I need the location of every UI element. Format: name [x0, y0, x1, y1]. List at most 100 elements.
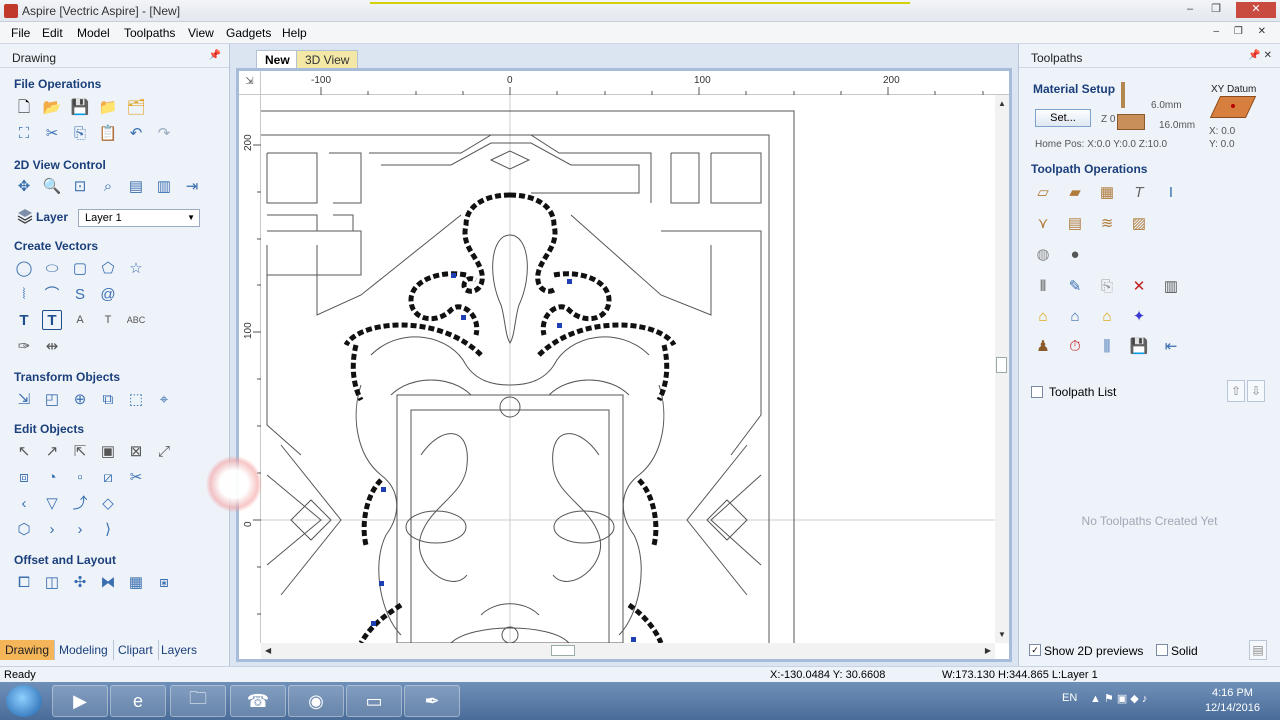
menu-model[interactable]: Model	[77, 26, 110, 40]
pocket-toolpath-icon[interactable]: ▰	[1065, 182, 1085, 202]
media-player-icon[interactable]: ▶	[52, 685, 108, 717]
trim-icon[interactable]: ◔	[42, 467, 62, 487]
profile-toolpath-icon[interactable]: ▱	[1033, 182, 1053, 202]
array-copy-icon[interactable]: ▦	[126, 572, 146, 592]
rectangle-icon[interactable]: ▢	[70, 258, 90, 278]
nest-icon[interactable]: ✣	[70, 572, 90, 592]
template-icon[interactable]: ⫼	[1097, 336, 1117, 356]
extend-icon[interactable]: ⤴	[70, 493, 90, 513]
scale-icon[interactable]: ◰	[42, 389, 62, 409]
import-vectors-icon[interactable]: 📁	[98, 97, 118, 117]
reset-preview-icon[interactable]: ✦	[1129, 306, 1149, 326]
polyline-icon[interactable]: ⦚	[14, 284, 34, 304]
dimension-icon[interactable]: ⇹	[42, 336, 62, 356]
menu-file[interactable]: File	[11, 26, 30, 40]
internet-explorer-icon[interactable]: e	[110, 685, 166, 717]
menu-edit[interactable]: Edit	[42, 26, 63, 40]
tab-modeling[interactable]: Modeling	[54, 640, 114, 660]
save-toolpath-icon[interactable]: 💾	[1129, 336, 1149, 356]
fillet-icon[interactable]: ‹	[14, 493, 34, 513]
copy-icon[interactable]: ⎘	[70, 123, 90, 143]
language-indicator[interactable]: EN	[1062, 692, 1077, 704]
paste-icon[interactable]: 📋	[98, 123, 118, 143]
zoom-fit-icon[interactable]: ⊡	[70, 176, 90, 196]
fillet-layout-icon[interactable]: ◫	[42, 572, 62, 592]
import-bitmap-icon[interactable]: 🗂	[126, 97, 146, 117]
horizontal-scroll-thumb[interactable]	[551, 645, 575, 656]
offset-curve-icon[interactable]: ⬡	[14, 519, 34, 539]
drilling-toolpath-icon[interactable]: ▦	[1097, 182, 1117, 202]
horizontal-scrollbar[interactable]: ◀ ▶	[261, 643, 995, 659]
preview-toolpath-icon[interactable]: ⌂	[1033, 306, 1053, 326]
show-previews-checkbox[interactable]: ✓	[1029, 644, 1041, 656]
select-all-icon[interactable]: ⛶	[14, 123, 34, 143]
aspire-taskbar-icon[interactable]: ✒	[404, 685, 460, 717]
texture-toolpath-icon[interactable]: ≋	[1097, 213, 1117, 233]
nesting-icon[interactable]: ⧆	[154, 572, 174, 592]
solid-checkbox[interactable]	[1156, 644, 1168, 656]
toolpath-list-checkbox[interactable]	[1031, 386, 1043, 398]
mirror-icon[interactable]: ⧉	[98, 389, 118, 409]
tab-layers[interactable]: Layers	[156, 640, 202, 660]
tab-new-document[interactable]: New	[256, 50, 299, 68]
finishing-toolpath-icon[interactable]: ●	[1065, 244, 1085, 264]
vertical-scroll-thumb[interactable]	[996, 357, 1007, 373]
view-export-icon[interactable]: ⇥	[182, 176, 202, 196]
cut-icon[interactable]: ✂	[42, 123, 62, 143]
viber-icon[interactable]: ☎	[230, 685, 286, 717]
circle-icon[interactable]: ◯	[14, 258, 34, 278]
polygon-icon[interactable]: ⬠	[98, 258, 118, 278]
copy-toolpath-icon[interactable]: ⎘	[1097, 276, 1117, 296]
ellipse-icon[interactable]: ⬭	[42, 258, 62, 278]
save-file-icon[interactable]: 💾	[70, 97, 90, 117]
tool-database-icon[interactable]: ⫴	[1033, 276, 1053, 296]
edit-toolpath-icon[interactable]: ✎	[1065, 276, 1085, 296]
tab-3d-view[interactable]: 3D View	[296, 50, 359, 68]
scroll-up-icon[interactable]: ▲	[998, 99, 1006, 108]
rotate-icon[interactable]: ⊕	[70, 389, 90, 409]
drawing-canvas[interactable]	[261, 95, 995, 643]
move-down-icon[interactable]: ⇩	[1247, 380, 1265, 402]
summary-icon[interactable]: ▤	[1249, 640, 1267, 660]
move-up-icon[interactable]: ⇧	[1227, 380, 1245, 402]
scroll-left-icon[interactable]: ◀	[265, 646, 271, 655]
arrow-edit-icon[interactable]: ›	[70, 519, 90, 539]
material-brush-icon[interactable]: ♟	[1033, 336, 1053, 356]
join-icon[interactable]: ▫	[70, 467, 90, 487]
pin-icon[interactable]: 📌	[209, 50, 221, 61]
close-button[interactable]: ✕	[1236, 2, 1276, 18]
material-set-button[interactable]: Set...	[1035, 109, 1091, 127]
calculator-icon[interactable]: ▥	[1161, 276, 1181, 296]
export-toolpath-icon[interactable]: ⇤	[1161, 336, 1181, 356]
roughing-toolpath-icon[interactable]: ◍	[1033, 244, 1053, 264]
text-to-vector-icon[interactable]: ABC	[126, 310, 146, 330]
zoom-icon[interactable]: 🔍	[42, 176, 62, 196]
node-edit-icon[interactable]: ↗	[42, 441, 62, 461]
vcarve-toolpath-icon[interactable]: T	[1129, 182, 1149, 202]
layer-dropdown[interactable]: Layer 1 ▼	[78, 209, 200, 227]
measure-icon[interactable]: ⤢	[154, 441, 174, 461]
chrome-icon[interactable]: ◉	[288, 685, 344, 717]
arc-icon[interactable]: ⌒	[42, 284, 62, 304]
tray-icons[interactable]: ▲ ⚑ ▣ ◆ ♪	[1090, 692, 1147, 705]
text-icon[interactable]: T	[14, 310, 34, 330]
smooth-icon[interactable]: ⧄	[98, 467, 118, 487]
menu-toolpaths[interactable]: Toolpaths	[124, 26, 175, 40]
fluting-toolpath-icon[interactable]: ⋎	[1033, 213, 1053, 233]
maximize-button[interactable]: ❐	[1204, 2, 1228, 18]
tab-clipart[interactable]: Clipart	[113, 640, 159, 660]
mdi-window-controls[interactable]: – ❐ ✕	[1214, 26, 1272, 37]
text-autolayout-icon[interactable]: A	[70, 310, 90, 330]
view-toggle-icon[interactable]: ▤	[126, 176, 146, 196]
copy-along-icon[interactable]: ⧓	[98, 572, 118, 592]
start-button[interactable]	[6, 685, 42, 717]
new-file-icon[interactable]: 🗋	[14, 97, 34, 117]
chamfer-icon[interactable]: ▽	[42, 493, 62, 513]
tab-drawing[interactable]: Drawing	[0, 640, 56, 660]
draw-tool-icon[interactable]: ✑	[14, 336, 34, 356]
menu-gadgets[interactable]: Gadgets	[226, 26, 271, 40]
engrave-toolpath-icon[interactable]: I	[1161, 182, 1181, 202]
minimize-button[interactable]: –	[1178, 2, 1202, 18]
group-icon[interactable]: ▣	[98, 441, 118, 461]
scissors-icon[interactable]: ✂	[126, 467, 146, 487]
